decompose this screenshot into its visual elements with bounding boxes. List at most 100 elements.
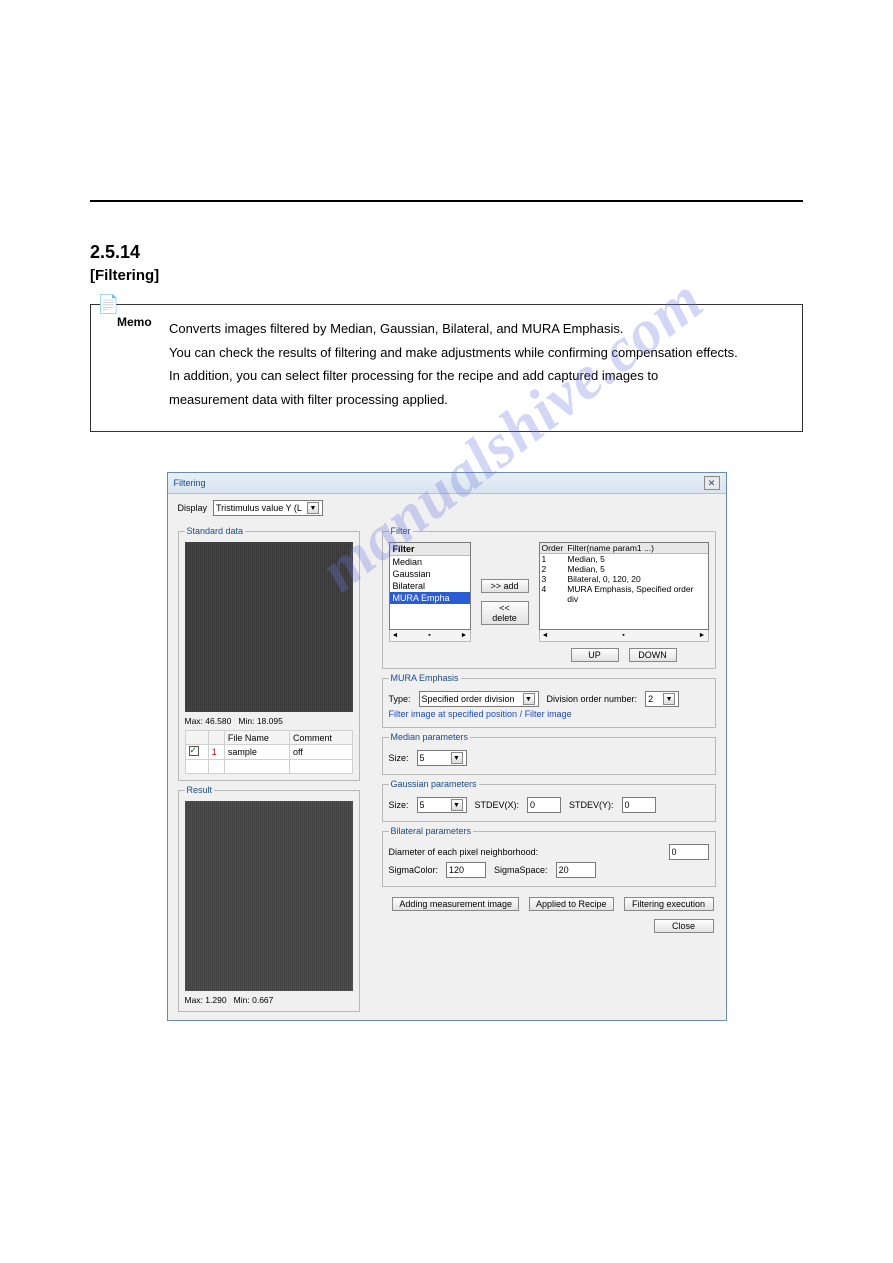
scroll-left-icon[interactable]: ◄ [392, 632, 399, 639]
bi-sigmaspace-input[interactable] [556, 862, 596, 878]
row-comment: off [290, 745, 352, 760]
queue-row[interactable]: 3Bilateral, 0, 120, 20 [540, 574, 708, 584]
min-value: 18.095 [257, 716, 283, 726]
min-value: 0.667 [252, 995, 273, 1005]
median-group: Median parameters Size: 5 ▼ [382, 732, 716, 775]
gauss-stdx-input[interactable] [527, 797, 561, 813]
min-label: Min: [234, 995, 250, 1005]
chevron-down-icon[interactable]: ▼ [307, 502, 319, 514]
bi-diameter-input[interactable] [669, 844, 709, 860]
table-row[interactable] [185, 760, 352, 774]
close-button[interactable]: Close [654, 919, 714, 933]
row-checkbox[interactable] [189, 746, 199, 756]
scroll-thumb[interactable]: ▪ [622, 632, 624, 639]
result-group: Result Max: 1.290 Min: 0.667 [178, 785, 360, 1012]
queue-order: 2 [542, 564, 568, 574]
result-stats: Max: 1.290 Min: 0.667 [185, 995, 353, 1005]
mura-link[interactable]: Filter image at specified position / Fil… [389, 709, 709, 719]
chevron-down-icon[interactable]: ▼ [523, 693, 535, 705]
max-value: 46.580 [205, 716, 231, 726]
queue-row[interactable]: 1Median, 5 [540, 554, 708, 564]
apply-recipe-button[interactable]: Applied to Recipe [529, 897, 614, 911]
chevron-down-icon[interactable]: ▼ [663, 693, 675, 705]
mura-order-value: 2 [648, 694, 653, 704]
filter-group: Filter Filter Median Gaussian Bilateral … [382, 526, 716, 669]
result-legend: Result [185, 785, 215, 795]
up-button[interactable]: UP [571, 648, 619, 662]
filter-option-median[interactable]: Median [390, 556, 470, 568]
display-select[interactable]: Tristimulus value Y (L ▼ [213, 500, 323, 516]
result-image [185, 801, 353, 991]
filter-available-list[interactable]: Filter Median Gaussian Bilateral MURA Em… [389, 542, 471, 630]
mura-type-select[interactable]: Specified order division ▼ [419, 691, 539, 707]
median-size-value: 5 [420, 753, 425, 763]
memo-line: You can check the results of filtering a… [169, 343, 784, 363]
display-value: Tristimulus value Y (L [216, 503, 302, 513]
gauss-stdy-label: STDEV(Y): [569, 800, 614, 810]
queue-text: Median, 5 [568, 564, 605, 574]
mura-type-value: Specified order division [422, 694, 515, 704]
filter-option-mura[interactable]: MURA Empha [390, 592, 470, 604]
median-legend: Median parameters [389, 732, 471, 742]
memo-box: 📄 Memo Converts images filtered by Media… [90, 304, 803, 432]
filter-option-bilateral[interactable]: Bilateral [390, 580, 470, 592]
gauss-stdx-label: STDEV(X): [475, 800, 520, 810]
standard-image [185, 542, 353, 712]
queue-scrollbar[interactable]: ◄ ▪ ► [539, 630, 709, 642]
gauss-stdy-input[interactable] [622, 797, 656, 813]
scroll-right-icon[interactable]: ► [699, 632, 706, 639]
filter-queue[interactable]: Order Filter(name param1 ...) 1Median, 5… [539, 542, 709, 630]
scroll-left-icon[interactable]: ◄ [542, 632, 549, 639]
filtering-execution-button[interactable]: Filtering execution [624, 897, 714, 911]
chevron-down-icon[interactable]: ▼ [451, 799, 463, 811]
section-number: 2.5.14 [90, 242, 803, 263]
memo-line: measurement data with filter processing … [169, 390, 784, 410]
gaussian-group: Gaussian parameters Size: 5 ▼ STDEV(X): … [382, 779, 716, 822]
table-header-row: File Name Comment [185, 731, 352, 745]
bilateral-group: Bilateral parameters Diameter of each pi… [382, 826, 716, 887]
dialog-title: Filtering [174, 478, 206, 488]
bi-diameter-label: Diameter of each pixel neighborhood: [389, 847, 539, 857]
add-measurement-button[interactable]: Adding measurement image [392, 897, 519, 911]
mura-order-label: Division order number: [547, 694, 638, 704]
queue-row[interactable]: 4MURA Emphasis, Specified order div [540, 584, 708, 604]
standard-table: File Name Comment 1 sample off [185, 730, 353, 774]
filtering-dialog: Filtering ✕ Display Tristimulus value Y … [167, 472, 727, 1021]
bi-sigmacolor-input[interactable] [446, 862, 486, 878]
min-label: Min: [238, 716, 254, 726]
col-filename: File Name [224, 731, 289, 745]
section-title: [Filtering] [90, 267, 803, 284]
queue-order: 4 [542, 584, 568, 604]
display-label: Display [178, 503, 208, 513]
gaussian-legend: Gaussian parameters [389, 779, 479, 789]
filter-scrollbar[interactable]: ◄ ▪ ► [389, 630, 471, 642]
gauss-size-value: 5 [420, 800, 425, 810]
close-icon[interactable]: ✕ [704, 476, 720, 490]
bi-sigmacolor-label: SigmaColor: [389, 865, 439, 875]
table-row[interactable]: 1 sample off [185, 745, 352, 760]
filter-option-gaussian[interactable]: Gaussian [390, 568, 470, 580]
chevron-down-icon[interactable]: ▼ [451, 752, 463, 764]
queue-text: Bilateral, 0, 120, 20 [568, 574, 641, 584]
queue-header: Order Filter(name param1 ...) [540, 543, 708, 554]
scroll-thumb[interactable]: ▪ [428, 632, 430, 639]
bilateral-legend: Bilateral parameters [389, 826, 474, 836]
mura-order-select[interactable]: 2 ▼ [645, 691, 679, 707]
mura-type-label: Type: [389, 694, 411, 704]
median-size-select[interactable]: 5 ▼ [417, 750, 467, 766]
standard-data-legend: Standard data [185, 526, 246, 536]
scroll-right-icon[interactable]: ► [461, 632, 468, 639]
queue-row[interactable]: 2Median, 5 [540, 564, 708, 574]
queue-text: MURA Emphasis, Specified order div [567, 584, 705, 604]
max-value: 1.290 [205, 995, 226, 1005]
delete-filter-button[interactable]: << delete [481, 601, 529, 625]
gauss-size-select[interactable]: 5 ▼ [417, 797, 467, 813]
median-size-label: Size: [389, 753, 409, 763]
standard-stats: Max: 46.580 Min: 18.095 [185, 716, 353, 726]
queue-col-name: Filter(name param1 ...) [568, 543, 654, 553]
queue-text: Median, 5 [568, 554, 605, 564]
down-button[interactable]: DOWN [629, 648, 677, 662]
add-filter-button[interactable]: >> add [481, 579, 529, 593]
filter-list-header: Filter [390, 543, 470, 556]
title-bar[interactable]: Filtering ✕ [168, 473, 726, 494]
